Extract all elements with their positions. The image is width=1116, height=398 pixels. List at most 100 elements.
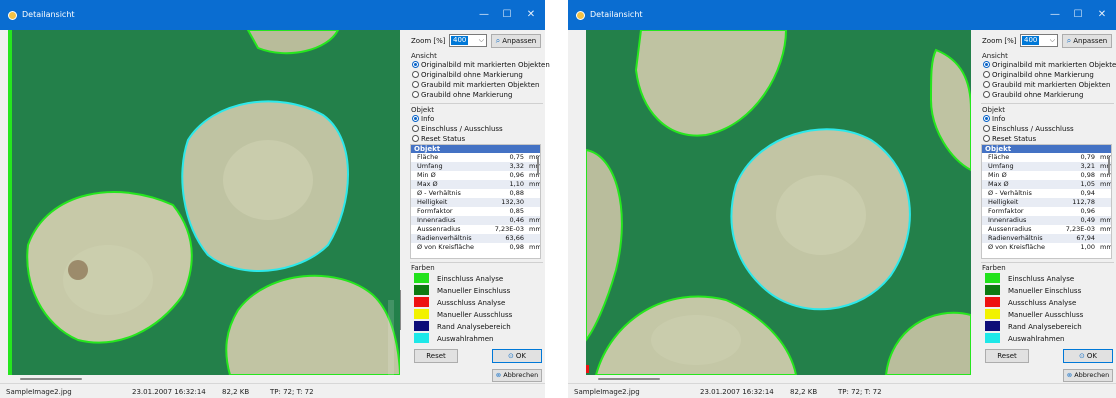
colors-label: Farben	[982, 264, 1006, 272]
close-button[interactable]: ✕	[1093, 8, 1111, 22]
fit-button[interactable]: ⌕ Anpassen	[491, 34, 541, 48]
table-scroll-thumb[interactable]	[1108, 157, 1110, 175]
row-value: 0,94	[1080, 189, 1095, 197]
row-key: Min Ø	[988, 171, 1007, 179]
table-row: Ø von Kreisfläche 0,98 mm	[411, 243, 540, 252]
minimize-button[interactable]: —	[475, 8, 493, 22]
horizontal-scrollbar[interactable]	[8, 375, 400, 383]
zoom-label: Zoom [%]	[982, 37, 1017, 45]
panel-scrollbar[interactable]	[400, 290, 401, 330]
view-option-1[interactable]: Originalbild ohne Markierung	[983, 71, 1094, 80]
reset-button[interactable]: Reset	[414, 349, 458, 363]
app-icon	[8, 11, 17, 20]
ok-button[interactable]: ⊙ OK	[1063, 349, 1113, 363]
minimize-button[interactable]: —	[1046, 8, 1064, 22]
view-option-2[interactable]: Graubild mit markierten Objekten	[412, 81, 539, 90]
scroll-thumb[interactable]	[598, 378, 660, 380]
object-option-0[interactable]: Info	[983, 115, 1005, 124]
radio[interactable]	[412, 91, 419, 98]
status-bar: SampleImage2.jpg 23.01.2007 16:32:14 82,…	[0, 383, 545, 398]
row-value: 63,66	[505, 234, 524, 242]
row-key: Fläche	[417, 153, 439, 161]
row-key: Ø - Verhältnis	[417, 189, 461, 197]
ok-button[interactable]: ⊙ OK	[492, 349, 542, 363]
view-option-3[interactable]: Graubild ohne Markierung	[412, 91, 512, 100]
divider	[410, 262, 543, 263]
view-option-label: Originalbild ohne Markierung	[421, 71, 523, 79]
radio[interactable]	[412, 81, 419, 88]
image-view[interactable]	[8, 30, 400, 375]
radio-selected[interactable]	[983, 115, 990, 122]
table-row: Ø von Kreisfläche 1,00 mm	[982, 243, 1111, 252]
horizontal-scrollbar[interactable]	[586, 375, 971, 383]
status-tp: TP: 72; T: 72	[838, 388, 882, 396]
radio[interactable]	[983, 135, 990, 142]
radio[interactable]	[983, 125, 990, 132]
ok-label: OK	[1086, 352, 1097, 360]
object-option-1[interactable]: Einschluss / Ausschluss	[983, 125, 1074, 134]
radio[interactable]	[412, 71, 419, 78]
legend-label: Rand Analysebereich	[1008, 323, 1082, 331]
legend-label: Manueller Einschluss	[1008, 287, 1082, 295]
view-option-0[interactable]: Originalbild mit markierten Objekten	[412, 61, 550, 70]
radio[interactable]	[412, 135, 419, 142]
object-option-2[interactable]: Reset Status	[412, 135, 465, 144]
table-row: Max Ø 1,05 mm	[982, 180, 1111, 189]
maximize-button[interactable]: ☐	[498, 8, 516, 22]
legend-item: Rand Analysebereich	[985, 321, 1082, 332]
radio[interactable]	[983, 91, 990, 98]
legend-label: Rand Analysebereich	[437, 323, 511, 331]
reset-button[interactable]: Reset	[985, 349, 1029, 363]
maximize-button[interactable]: ☐	[1069, 8, 1087, 22]
scroll-thumb[interactable]	[20, 378, 82, 380]
view-option-label: Originalbild ohne Markierung	[992, 71, 1094, 79]
view-option-3[interactable]: Graubild ohne Markierung	[983, 91, 1083, 100]
object-option-0[interactable]: Info	[412, 115, 434, 124]
radio[interactable]	[983, 81, 990, 88]
row-key: Innenradius	[988, 216, 1027, 224]
title-bar[interactable]: Detailansicht — ☐ ✕	[0, 0, 545, 30]
object-option-1[interactable]: Einschluss / Ausschluss	[412, 125, 503, 134]
radio[interactable]	[983, 71, 990, 78]
magnifier-icon: ⌕	[495, 36, 501, 45]
object-option-label: Einschluss / Ausschluss	[992, 125, 1074, 133]
view-option-2[interactable]: Graubild mit markierten Objekten	[983, 81, 1110, 90]
radio-selected[interactable]	[983, 61, 990, 68]
row-key: Aussenradius	[417, 225, 461, 233]
view-option-1[interactable]: Originalbild ohne Markierung	[412, 71, 523, 80]
row-unit: mm	[529, 243, 541, 251]
legend-item: Manueller Einschluss	[985, 285, 1081, 296]
object-option-2[interactable]: Reset Status	[983, 135, 1036, 144]
row-key: Helligkeit	[988, 198, 1019, 206]
row-value: 3,21	[1080, 162, 1095, 170]
close-button[interactable]: ✕	[522, 8, 540, 22]
zoom-select[interactable]: 400 ⌵	[449, 34, 487, 47]
row-value: 7,23E-03	[494, 225, 524, 233]
cancel-button[interactable]: ⊗ Abbrechen	[492, 369, 542, 382]
legend-label: Einschluss Analyse	[437, 275, 504, 283]
fit-button[interactable]: ⌕ Anpassen	[1062, 34, 1112, 48]
row-key: Helligkeit	[417, 198, 448, 206]
radio[interactable]	[412, 125, 419, 132]
row-value: 0,49	[1080, 216, 1095, 224]
table-scroll-thumb[interactable]	[537, 157, 539, 175]
cancel-button[interactable]: ⊗ Abbrechen	[1063, 369, 1113, 382]
object-option-label: Info	[421, 115, 435, 123]
legend-item: Einschluss Analyse	[985, 273, 1074, 284]
table-row: Min Ø 0,98 mm	[982, 171, 1111, 180]
row-key: Umfang	[988, 162, 1014, 170]
color-swatch	[985, 285, 1000, 295]
legend-item: Einschluss Analyse	[414, 273, 503, 284]
object-mode-label: Objekt	[982, 106, 1006, 114]
color-swatch	[414, 309, 429, 319]
image-view[interactable]	[586, 30, 971, 375]
view-option-0[interactable]: Originalbild mit markierten Objekten	[983, 61, 1116, 70]
status-bar: SampleImage2.jpg 23.01.2007 16:32:14 82,…	[568, 383, 1116, 398]
object-option-label: Reset Status	[421, 135, 466, 143]
radio-selected[interactable]	[412, 61, 419, 68]
table-row: Helligkeit 112,78	[982, 198, 1111, 207]
title-bar[interactable]: Detailansicht — ☐ ✕	[568, 0, 1116, 30]
radio-selected[interactable]	[412, 115, 419, 122]
zoom-select[interactable]: 400 ⌵	[1020, 34, 1058, 47]
table-row: Fläche 0,79 mm²	[982, 153, 1111, 162]
